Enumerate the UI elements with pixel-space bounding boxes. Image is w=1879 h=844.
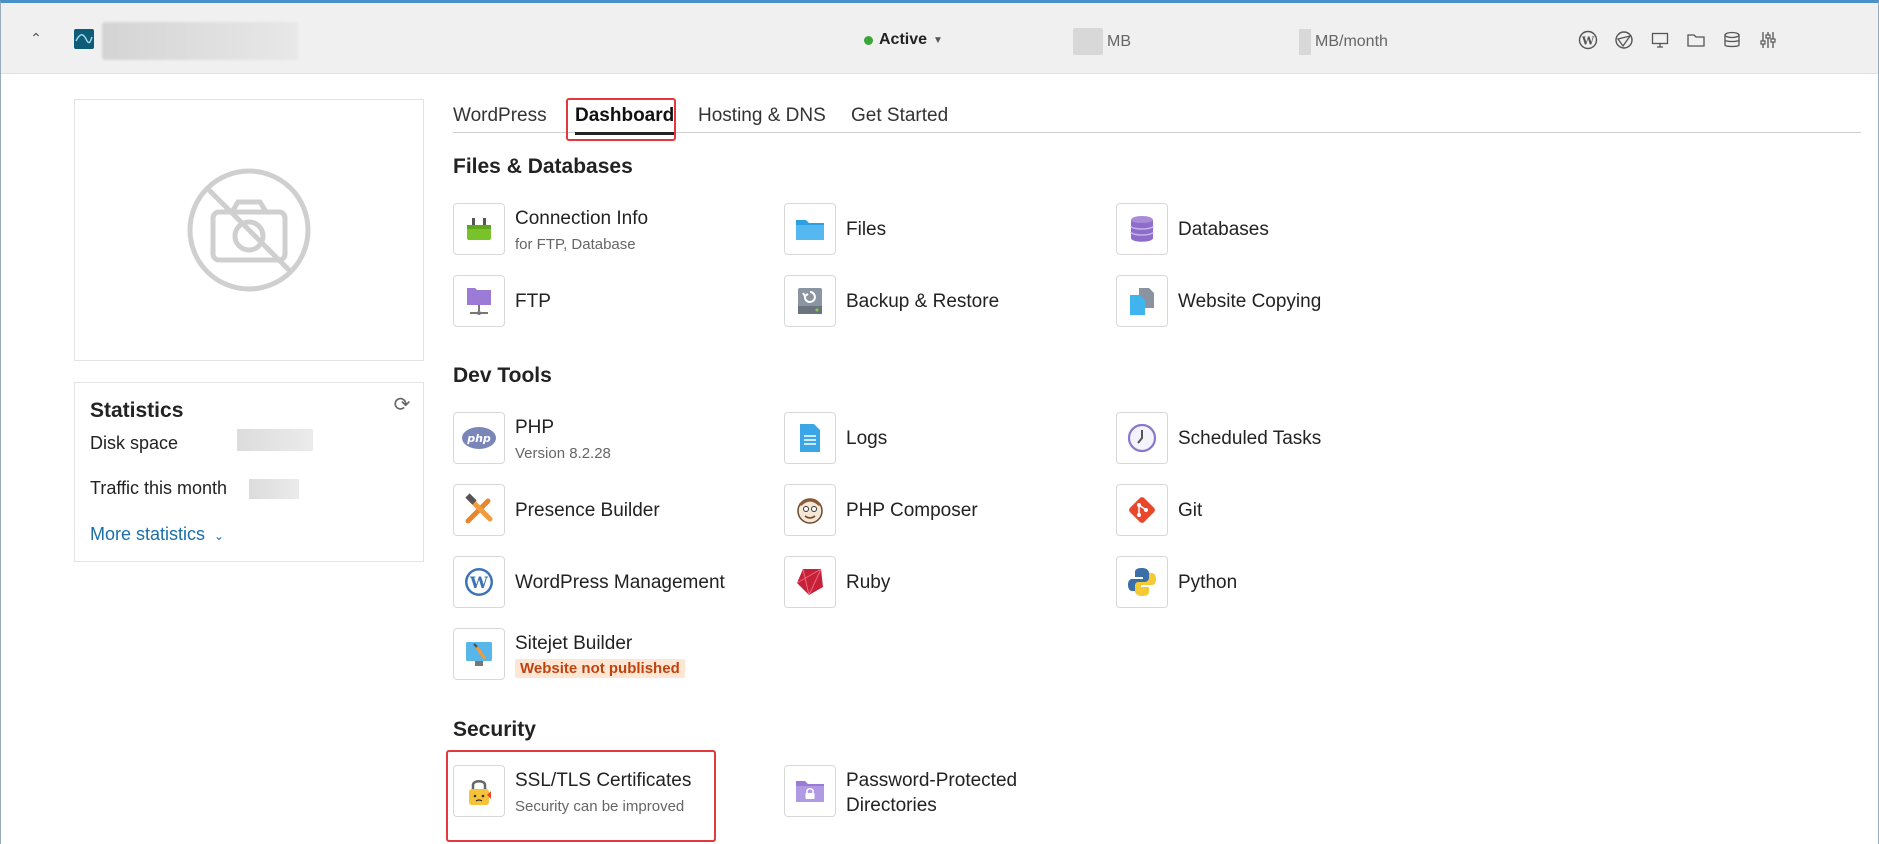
- sliders-icon[interactable]: [1758, 30, 1778, 50]
- traffic-value-redacted: [249, 479, 299, 499]
- wordpress-icon[interactable]: W: [1578, 30, 1598, 50]
- backup-drive-icon: [784, 275, 836, 327]
- tile-label: Directories: [846, 795, 937, 816]
- tile-files[interactable]: Files: [784, 203, 1104, 259]
- quick-action-icons: W: [1578, 30, 1778, 50]
- tile-label: WordPress Management: [515, 572, 725, 593]
- clock-icon: [1116, 412, 1168, 464]
- disk-usage-redacted: [1073, 28, 1103, 55]
- disk-space-label: Disk space: [90, 433, 179, 453]
- more-statistics-link[interactable]: More statistics ⌄: [90, 524, 224, 545]
- sitejet-icon[interactable]: [1614, 30, 1634, 50]
- tile-php-composer[interactable]: PHP Composer: [784, 484, 1104, 540]
- locked-folder-icon: [784, 765, 836, 817]
- ssl-tile-highlight: [446, 750, 716, 842]
- disk-usage-unit: MB: [1107, 33, 1131, 50]
- tile-label: Website Copying: [1178, 291, 1322, 312]
- tile-ftp[interactable]: FTP: [453, 275, 773, 331]
- more-statistics-label: More statistics: [90, 524, 206, 544]
- status-dot-icon: [864, 35, 873, 45]
- composer-icon: [784, 484, 836, 536]
- ruby-icon: [784, 556, 836, 608]
- section-dev-tools: Dev Tools: [453, 364, 552, 387]
- status-dropdown[interactable]: Active ▼: [864, 31, 943, 49]
- tile-databases[interactable]: Databases: [1116, 203, 1436, 259]
- copy-icon: [1116, 275, 1168, 327]
- section-files-databases: Files & Databases: [453, 155, 633, 178]
- tile-label: Sitejet Builder: [515, 633, 633, 654]
- tile-label: Backup & Restore: [846, 291, 1000, 312]
- folder-icon[interactable]: [1686, 30, 1706, 50]
- tile-label: Password-Protected: [846, 770, 1018, 791]
- sitejet-builder-icon: [453, 628, 505, 680]
- section-security: Security: [453, 718, 536, 741]
- dashboard-tab-highlight: [566, 98, 676, 141]
- tile-label: PHP: [515, 417, 555, 438]
- site-header-bar: ⌃ Active ▼ MB MB/month W: [1, 3, 1878, 74]
- svg-text:php: php: [466, 432, 491, 445]
- chevron-down-icon: ⌄: [214, 529, 225, 543]
- chevron-down-icon: ▼: [933, 34, 943, 46]
- tile-label: Presence Builder: [515, 500, 660, 521]
- tile-ruby[interactable]: Ruby: [784, 556, 1104, 612]
- tile-label: Python: [1178, 572, 1238, 593]
- document-icon: [784, 412, 836, 464]
- site-favicon-icon: [74, 29, 94, 49]
- tile-label: Ruby: [846, 572, 891, 593]
- site-name-redacted[interactable]: [102, 22, 298, 60]
- tile-sublabel: Version 8.2.28: [515, 445, 611, 462]
- tile-label: FTP: [515, 291, 551, 312]
- refresh-icon[interactable]: ⟳: [391, 394, 413, 416]
- tile-label: Git: [1178, 500, 1203, 521]
- tile-password-protected-directories[interactable]: Password-Protected Directories: [784, 765, 1104, 821]
- php-icon: php: [453, 412, 505, 464]
- tile-wordpress-management[interactable]: W WordPress Management: [453, 556, 773, 612]
- tile-git[interactable]: Git: [1116, 484, 1436, 540]
- statistics-title: Statistics: [90, 399, 184, 422]
- plug-icon: [453, 203, 505, 255]
- tile-presence-builder[interactable]: Presence Builder: [453, 484, 773, 540]
- monitor-icon[interactable]: [1650, 30, 1670, 50]
- wordpress-icon: W: [453, 556, 505, 608]
- python-icon: [1116, 556, 1168, 608]
- tile-backup-restore[interactable]: Backup & Restore: [784, 275, 1104, 331]
- svg-text:W: W: [1581, 35, 1595, 48]
- tab-get-started[interactable]: Get Started: [851, 105, 948, 127]
- tab-hosting-dns[interactable]: Hosting & DNS: [698, 105, 826, 127]
- tile-website-copying[interactable]: Website Copying: [1116, 275, 1436, 331]
- tile-python[interactable]: Python: [1116, 556, 1436, 612]
- status-badge: Website not published: [515, 659, 685, 678]
- traffic-usage-redacted: [1299, 29, 1311, 55]
- tile-label: Databases: [1178, 219, 1269, 240]
- tools-icon: [453, 484, 505, 536]
- svg-text:W: W: [469, 573, 489, 592]
- ftp-folder-icon: [453, 275, 505, 327]
- tile-sitejet-builder[interactable]: Sitejet Builder Website not published: [453, 628, 773, 684]
- tile-label: Scheduled Tasks: [1178, 428, 1322, 449]
- disk-space-value-redacted: [237, 429, 313, 451]
- collapse-chevron-icon[interactable]: ⌃: [27, 31, 45, 45]
- statistics-card: Statistics ⟳ Disk space Traffic this mon…: [74, 382, 424, 562]
- tile-label: Logs: [846, 428, 888, 449]
- traffic-label: Traffic this month: [90, 478, 228, 498]
- status-label: Active: [879, 31, 928, 48]
- tile-connection-info[interactable]: Connection Info for FTP, Database: [453, 203, 773, 259]
- no-photo-icon: [187, 168, 311, 292]
- traffic-usage-unit: MB/month: [1315, 33, 1388, 50]
- tab-wordpress[interactable]: WordPress: [453, 105, 547, 127]
- tile-sublabel: for FTP, Database: [515, 236, 636, 253]
- site-preview-card[interactable]: [74, 99, 424, 361]
- git-icon: [1116, 484, 1168, 536]
- tile-scheduled-tasks[interactable]: Scheduled Tasks: [1116, 412, 1436, 468]
- database-icon[interactable]: [1722, 30, 1742, 50]
- database-icon: [1116, 203, 1168, 255]
- folder-icon: [784, 203, 836, 255]
- tile-label: Connection Info: [515, 208, 649, 229]
- tile-label: Files: [846, 219, 887, 240]
- tile-php[interactable]: php PHP Version 8.2.28: [453, 412, 773, 468]
- tile-logs[interactable]: Logs: [784, 412, 1104, 468]
- tile-label: PHP Composer: [846, 500, 978, 521]
